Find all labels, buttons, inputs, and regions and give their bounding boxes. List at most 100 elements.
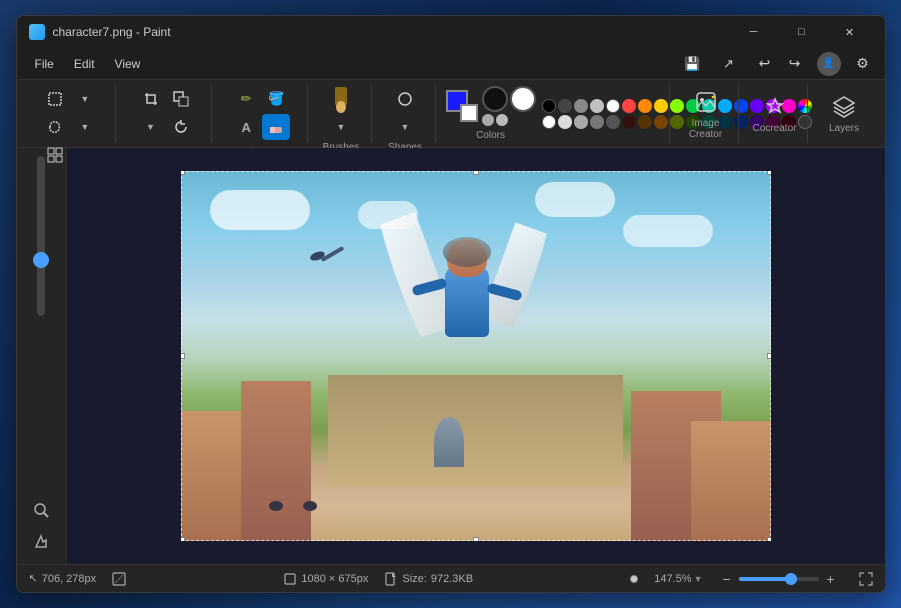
pencil-button[interactable]: ✏ bbox=[232, 86, 260, 112]
brush-select-button[interactable] bbox=[327, 86, 355, 112]
filesize-icon bbox=[384, 572, 398, 586]
brushes-dropdown[interactable]: ▼ bbox=[327, 114, 355, 140]
color-orange[interactable] bbox=[638, 99, 652, 113]
brushes-buttons: ▼ bbox=[318, 86, 365, 140]
cursor-position: ↖ 706, 278px bbox=[29, 572, 97, 585]
resize-dropdown[interactable]: ▼ bbox=[137, 114, 165, 140]
ground-birds bbox=[269, 501, 317, 511]
toolbar-group-selection: ▼ ▼ Selection bbox=[25, 84, 117, 143]
eraser-button[interactable] bbox=[262, 114, 290, 140]
toolbar-group-shapes: ▼ Shapes bbox=[376, 84, 436, 143]
color-yellow[interactable] bbox=[654, 99, 668, 113]
color-swatch-2[interactable] bbox=[496, 114, 508, 126]
menu-view[interactable]: View bbox=[105, 53, 151, 75]
select-all-button[interactable] bbox=[41, 142, 69, 168]
cocreator-button[interactable] bbox=[757, 93, 793, 121]
zoom-in-button[interactable]: + bbox=[823, 571, 839, 587]
color-r2[interactable] bbox=[558, 115, 572, 129]
toolbar-group-tools: ✏ 🪣 A 💉 Tools bbox=[216, 84, 308, 143]
canvas-wrapper bbox=[181, 171, 771, 541]
save-button[interactable]: 💾 bbox=[679, 50, 707, 78]
color-red[interactable] bbox=[622, 99, 636, 113]
quick-tool-button[interactable] bbox=[25, 528, 57, 556]
select-dropdown-button[interactable]: ▼ bbox=[71, 86, 99, 112]
menu-edit[interactable]: Edit bbox=[64, 53, 105, 75]
size-label: Size: bbox=[402, 573, 426, 585]
color-r3[interactable] bbox=[574, 115, 588, 129]
zoom-percent: 147.5% bbox=[654, 573, 691, 585]
app-icon bbox=[29, 24, 45, 40]
select-freeform-button[interactable] bbox=[41, 114, 69, 140]
cursor-icon: ↖ bbox=[29, 572, 38, 585]
shapes-circle-button[interactable] bbox=[391, 86, 419, 112]
zoom-dropdown-icon[interactable]: ▼ bbox=[694, 574, 703, 584]
select-freeform-dropdown[interactable]: ▼ bbox=[71, 114, 99, 140]
color-light1[interactable] bbox=[590, 99, 604, 113]
resize-button[interactable] bbox=[167, 86, 195, 112]
redo-button[interactable]: ↪ bbox=[781, 50, 809, 78]
zoom-value-display[interactable]: 147.5% ▼ bbox=[654, 573, 702, 585]
background-color[interactable] bbox=[460, 104, 478, 122]
color-r7[interactable] bbox=[638, 115, 652, 129]
menu-right: 💾 ↗ ↩ ↪ 👤 ⚙ bbox=[679, 50, 877, 78]
share-button[interactable]: ↗ bbox=[715, 50, 743, 78]
zoom-tool-button[interactable] bbox=[25, 496, 57, 524]
fullscreen-icon bbox=[859, 572, 873, 586]
resize-icon bbox=[112, 572, 126, 586]
text-button[interactable]: A bbox=[232, 114, 260, 140]
account-button[interactable]: 👤 bbox=[817, 52, 841, 76]
select-rect-button[interactable] bbox=[41, 86, 69, 112]
zoom-track[interactable] bbox=[37, 156, 45, 316]
zoom-out-button[interactable]: − bbox=[719, 571, 735, 587]
dimensions-icon bbox=[283, 572, 297, 586]
color-r4[interactable] bbox=[590, 115, 604, 129]
zoom-bar-track[interactable] bbox=[739, 577, 819, 581]
color-r5[interactable] bbox=[606, 115, 620, 129]
plaza bbox=[328, 375, 623, 486]
active-color-circle[interactable] bbox=[482, 86, 508, 112]
color-black[interactable] bbox=[542, 99, 556, 113]
color-r8[interactable] bbox=[654, 115, 668, 129]
menu-file[interactable]: File bbox=[25, 53, 64, 75]
image-creator-button[interactable] bbox=[688, 88, 724, 116]
menu-bar: File Edit View 💾 ↗ ↩ ↪ 👤 ⚙ bbox=[17, 48, 885, 80]
color-dark1[interactable] bbox=[558, 99, 572, 113]
undo-redo-group: ↩ ↪ bbox=[751, 50, 809, 78]
undo-button[interactable]: ↩ bbox=[751, 50, 779, 78]
zoom-control: − + bbox=[719, 571, 839, 587]
building-left bbox=[241, 381, 311, 541]
color-white[interactable] bbox=[606, 99, 620, 113]
zoom-bar-fill bbox=[739, 577, 787, 581]
settings-button[interactable]: ⚙ bbox=[849, 50, 877, 78]
title-bar: character7.png - Paint ─ □ ✕ bbox=[17, 16, 885, 48]
maximize-button[interactable]: □ bbox=[779, 16, 825, 48]
fill-button[interactable]: 🪣 bbox=[262, 86, 290, 112]
canvas-image[interactable] bbox=[181, 171, 771, 541]
color-swatch-1[interactable] bbox=[482, 114, 494, 126]
layers-button[interactable] bbox=[826, 93, 862, 121]
rotate-button[interactable] bbox=[167, 114, 195, 140]
crop-button[interactable] bbox=[137, 86, 165, 112]
zoom-bar-thumb[interactable] bbox=[785, 573, 797, 585]
toolbar-group-image-creator: Image Creator bbox=[674, 84, 739, 143]
resize-status[interactable] bbox=[112, 572, 126, 586]
fullscreen-button[interactable] bbox=[859, 572, 873, 586]
minimize-button[interactable]: ─ bbox=[731, 16, 777, 48]
bird bbox=[310, 252, 340, 272]
left-panel bbox=[17, 148, 67, 564]
zoom-thumb[interactable] bbox=[33, 252, 49, 268]
color-dark2[interactable] bbox=[574, 99, 588, 113]
window-title: character7.png - Paint bbox=[53, 25, 731, 39]
color-r6[interactable] bbox=[622, 115, 636, 129]
toolbar-group-brushes: ▼ Brushes bbox=[312, 84, 372, 143]
size-value: 972.3KB bbox=[431, 573, 473, 585]
color-r1[interactable] bbox=[542, 115, 556, 129]
character bbox=[417, 227, 517, 387]
layers-label: Layers bbox=[829, 123, 859, 134]
shapes-dropdown[interactable]: ▼ bbox=[391, 114, 419, 140]
close-button[interactable]: ✕ bbox=[827, 16, 873, 48]
cocreator-label: Cocreator bbox=[753, 123, 797, 134]
zoom-circle bbox=[630, 575, 638, 583]
canvas-area[interactable] bbox=[67, 148, 885, 564]
white-color-circle[interactable] bbox=[510, 86, 536, 112]
